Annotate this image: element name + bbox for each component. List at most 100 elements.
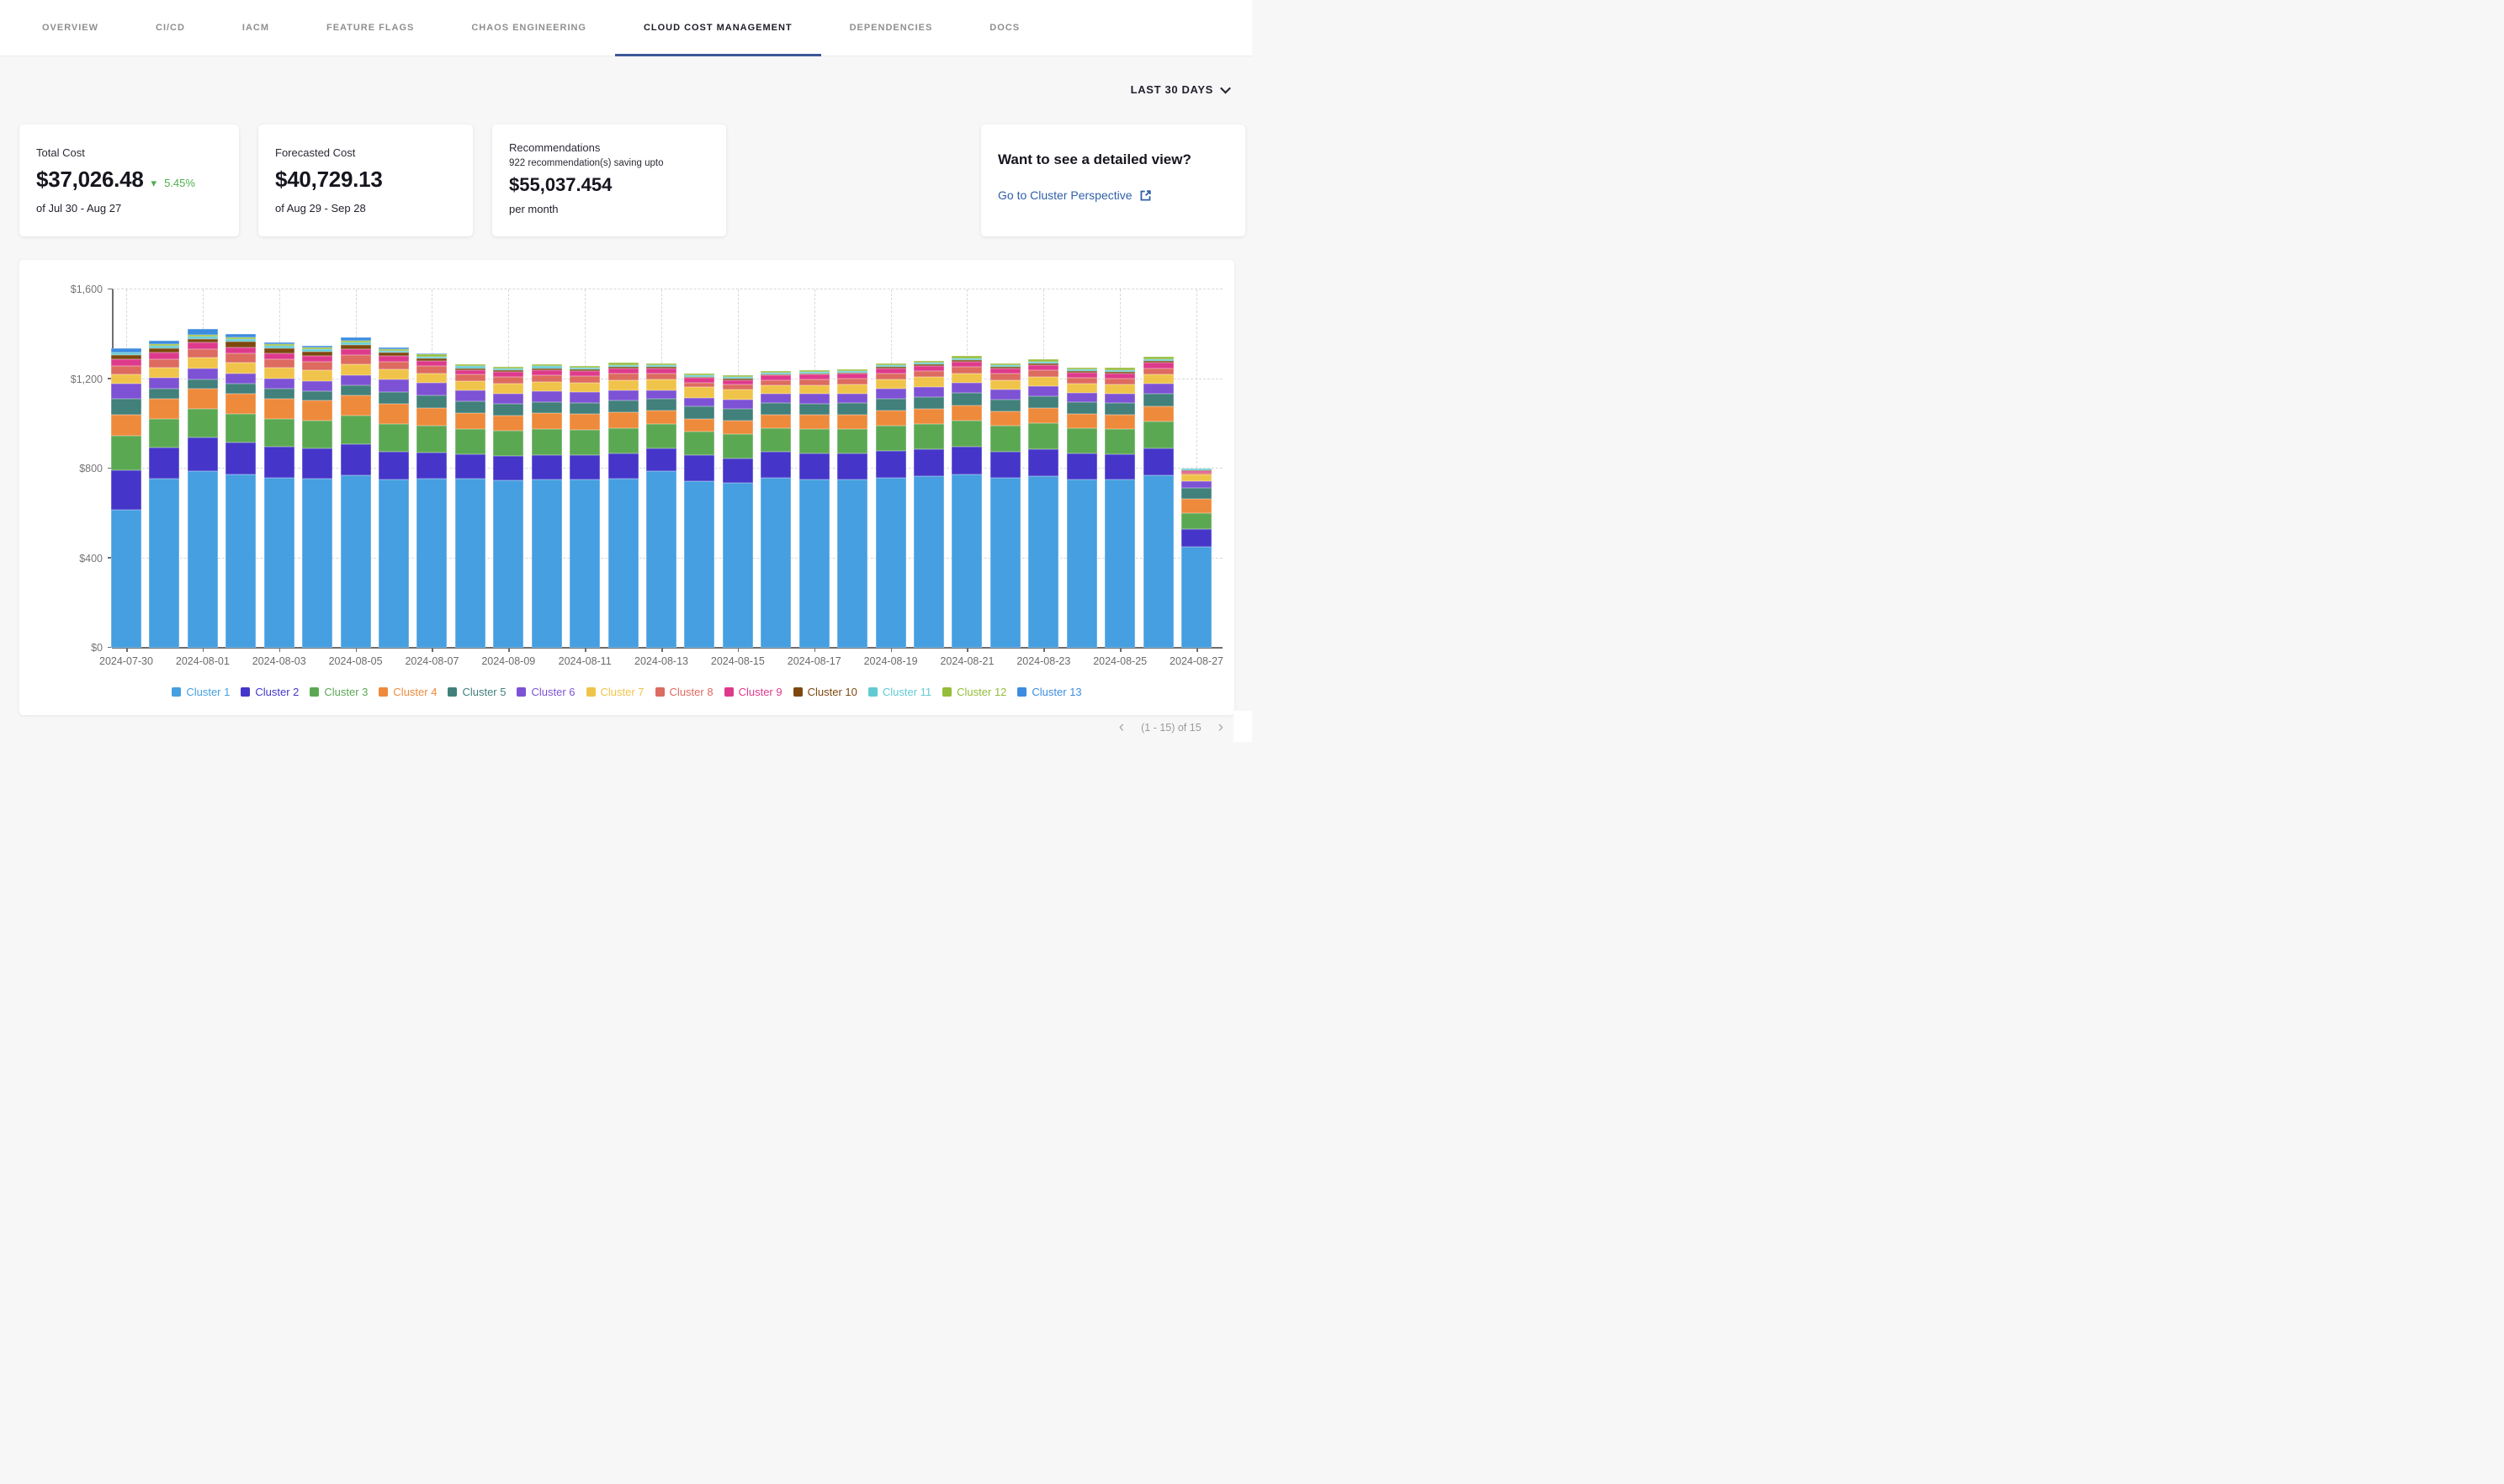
bar-segment-cluster-2[interactable]	[455, 454, 485, 479]
bar-segment-cluster-6[interactable]	[149, 378, 179, 388]
bar-segment-cluster-8[interactable]	[188, 349, 218, 358]
bar-segment-cluster-5[interactable]	[111, 399, 141, 415]
bar-segment-cluster-7[interactable]	[1105, 384, 1135, 394]
legend-cluster-7[interactable]: Cluster 7	[586, 686, 645, 698]
legend-cluster-4[interactable]: Cluster 4	[379, 686, 437, 698]
bar-segment-cluster-1[interactable]	[876, 478, 906, 648]
bar-segment-cluster-8[interactable]	[302, 362, 332, 370]
bar-segment-cluster-1[interactable]	[608, 479, 639, 648]
bar-segment-cluster-6[interactable]	[1028, 386, 1058, 396]
bar-segment-cluster-9[interactable]	[379, 356, 409, 362]
bar-segment-cluster-5[interactable]	[379, 392, 409, 405]
bar-segment-cluster-2[interactable]	[532, 455, 562, 480]
bar-segment-cluster-4[interactable]	[188, 389, 218, 409]
bar-segment-cluster-1[interactable]	[188, 471, 218, 648]
bar-segment-cluster-2[interactable]	[225, 443, 256, 475]
bar-segment-cluster-7[interactable]	[149, 368, 179, 379]
bar-segment-cluster-7[interactable]	[837, 384, 867, 394]
bar-segment-cluster-1[interactable]	[837, 480, 867, 648]
bar-segment-cluster-1[interactable]	[990, 478, 1021, 648]
bar-segment-cluster-2[interactable]	[302, 448, 332, 479]
bar-segment-cluster-4[interactable]	[302, 400, 332, 421]
bar-segment-cluster-5[interactable]	[570, 403, 600, 414]
bar-segment-cluster-6[interactable]	[837, 394, 867, 403]
bar-segment-cluster-6[interactable]	[684, 398, 714, 406]
bar-segment-cluster-4[interactable]	[1105, 415, 1135, 429]
bar-segment-cluster-7[interactable]	[493, 384, 523, 393]
bar-segment-cluster-7[interactable]	[570, 383, 600, 392]
legend-cluster-10[interactable]: Cluster 10	[793, 686, 857, 698]
bar-segment-cluster-5[interactable]	[876, 399, 906, 411]
bar-segment-cluster-4[interactable]	[341, 395, 371, 416]
bar-segment-cluster-4[interactable]	[1028, 408, 1058, 423]
bar-segment-cluster-2[interactable]	[990, 452, 1021, 478]
bar-segment-cluster-2[interactable]	[876, 451, 906, 477]
bar-segment-cluster-1[interactable]	[149, 479, 179, 648]
bar-segment-cluster-8[interactable]	[837, 379, 867, 384]
bar-segment-cluster-2[interactable]	[608, 453, 639, 479]
bar-segment-cluster-6[interactable]	[111, 384, 141, 399]
bar-segment-cluster-1[interactable]	[1028, 476, 1058, 648]
bar-segment-cluster-8[interactable]	[111, 366, 141, 374]
bar-segment-cluster-4[interactable]	[532, 413, 562, 429]
bar-segment-cluster-5[interactable]	[1067, 402, 1097, 414]
bar-segment-cluster-2[interactable]	[111, 470, 141, 510]
bar-segment-cluster-7[interactable]	[608, 380, 639, 390]
bar-segment-cluster-1[interactable]	[302, 479, 332, 648]
bar-segment-cluster-1[interactable]	[493, 480, 523, 648]
bar-segment-cluster-6[interactable]	[225, 374, 256, 384]
bar-segment-cluster-2[interactable]	[646, 448, 676, 472]
bar-segment-cluster-8[interactable]	[416, 366, 447, 374]
bar-segment-cluster-8[interactable]	[799, 379, 830, 385]
bar-segment-cluster-3[interactable]	[1067, 428, 1097, 453]
bar-segment-cluster-4[interactable]	[799, 415, 830, 429]
bar-segment-cluster-6[interactable]	[493, 394, 523, 405]
bar-segment-cluster-6[interactable]	[302, 381, 332, 391]
bar-segment-cluster-5[interactable]	[1181, 488, 1212, 499]
bar-segment-cluster-1[interactable]	[1181, 547, 1212, 648]
page-prev-button[interactable]: ‹	[1119, 723, 1124, 733]
bar-segment-cluster-9[interactable]	[149, 352, 179, 358]
bar-segment-cluster-1[interactable]	[952, 474, 982, 648]
bar-segment-cluster-4[interactable]	[684, 419, 714, 432]
bar-segment-cluster-4[interactable]	[837, 415, 867, 429]
bar-segment-cluster-3[interactable]	[608, 428, 639, 453]
bar-segment-cluster-8[interactable]	[646, 374, 676, 379]
bar-segment-cluster-8[interactable]	[914, 371, 944, 377]
bar-segment-cluster-4[interactable]	[379, 404, 409, 423]
bar-segment-cluster-6[interactable]	[914, 387, 944, 397]
bar-segment-cluster-1[interactable]	[646, 471, 676, 648]
bar-segment-cluster-3[interactable]	[225, 414, 256, 443]
bar-segment-cluster-5[interactable]	[532, 402, 562, 413]
bar-segment-cluster-2[interactable]	[723, 458, 753, 484]
bar-segment-cluster-7[interactable]	[455, 381, 485, 390]
bar-segment-cluster-3[interactable]	[532, 429, 562, 454]
bar-segment-cluster-6[interactable]	[1143, 384, 1174, 394]
bar-segment-cluster-5[interactable]	[608, 400, 639, 411]
tab-feature-flags[interactable]: FEATURE FLAGS	[298, 0, 443, 56]
bar-segment-cluster-6[interactable]	[188, 368, 218, 379]
bar-segment-cluster-7[interactable]	[416, 374, 447, 383]
bar-segment-cluster-3[interactable]	[761, 428, 791, 453]
bar-segment-cluster-6[interactable]	[455, 390, 485, 401]
bar-segment-cluster-3[interactable]	[493, 431, 523, 456]
bar-segment-cluster-4[interactable]	[455, 413, 485, 429]
bar-segment-cluster-5[interactable]	[1143, 394, 1174, 406]
bar-segment-cluster-6[interactable]	[1105, 394, 1135, 403]
bar-segment-cluster-1[interactable]	[379, 480, 409, 648]
tab-ci-cd[interactable]: CI/CD	[127, 0, 214, 56]
bar-segment-cluster-6[interactable]	[532, 391, 562, 402]
tab-chaos-engineering[interactable]: CHAOS ENGINEERING	[443, 0, 615, 56]
bar-segment-cluster-4[interactable]	[1143, 406, 1174, 421]
bar-segment-cluster-6[interactable]	[723, 400, 753, 409]
bar-segment-cluster-8[interactable]	[341, 355, 371, 363]
bar-segment-cluster-8[interactable]	[1028, 370, 1058, 376]
bar-segment-cluster-9[interactable]	[302, 356, 332, 362]
bar-segment-cluster-6[interactable]	[876, 389, 906, 399]
bar-segment-cluster-5[interactable]	[188, 379, 218, 389]
legend-cluster-8[interactable]: Cluster 8	[655, 686, 714, 698]
bar-segment-cluster-6[interactable]	[1181, 481, 1212, 488]
bar-segment-cluster-7[interactable]	[1028, 377, 1058, 386]
legend-cluster-11[interactable]: Cluster 11	[868, 686, 931, 698]
bar-segment-cluster-4[interactable]	[1181, 499, 1212, 514]
